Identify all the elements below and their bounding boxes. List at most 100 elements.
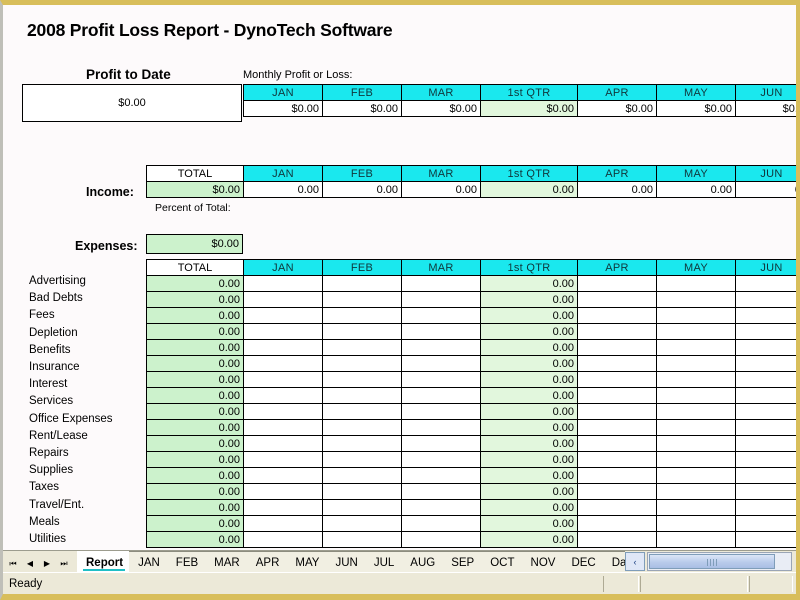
expense-total-3[interactable]: 0.00 <box>146 323 244 340</box>
next-sheet-icon[interactable]: ▶ <box>39 553 55 571</box>
expense-feb-10[interactable] <box>322 435 402 452</box>
table-row[interactable]: 0.00 0.00 <box>146 499 796 516</box>
sheet-tab-nov[interactable]: NOV <box>521 551 563 573</box>
column-header-apr[interactable]: APR <box>577 84 657 101</box>
sheet-tabs[interactable]: Report JAN FEB MAR APR MAY JUN JUL AUG SEP OCT NOV D… <box>77 551 625 573</box>
expense-mar-5[interactable] <box>401 355 481 372</box>
sheet-tab-may[interactable]: MAY <box>286 551 327 573</box>
expense-jun-1[interactable] <box>735 291 796 308</box>
expense-qtr1-8[interactable]: 0.00 <box>480 403 578 420</box>
expense-feb-2[interactable] <box>322 307 402 324</box>
sheet-tab-feb[interactable]: FEB <box>166 551 206 573</box>
expense-qtr1-3[interactable]: 0.00 <box>480 323 578 340</box>
expense-jun-2[interactable] <box>735 307 796 324</box>
expense-feb-8[interactable] <box>322 403 402 420</box>
table-row[interactable]: 0.00 0.00 <box>146 355 796 372</box>
column-header-jan[interactable]: JAN <box>243 84 323 101</box>
expense-apr-2[interactable] <box>577 307 657 324</box>
income-qtr1[interactable]: 0.00 <box>480 181 578 198</box>
sheet-tab-report[interactable]: Report <box>77 551 130 573</box>
expense-apr-14[interactable] <box>577 499 657 516</box>
expense-total-0[interactable]: 0.00 <box>146 275 244 292</box>
expense-total-5[interactable]: 0.00 <box>146 355 244 372</box>
expense-qtr1-10[interactable]: 0.00 <box>480 435 578 452</box>
expense-total-2[interactable]: 0.00 <box>146 307 244 324</box>
expense-jan-9[interactable] <box>243 419 323 436</box>
expense-column-header-jun[interactable]: JUN <box>735 259 796 276</box>
table-row[interactable]: 0.00 0.00 <box>146 291 796 308</box>
expense-qtr1-9[interactable]: 0.00 <box>480 419 578 436</box>
expense-feb-14[interactable] <box>322 499 402 516</box>
expense-apr-10[interactable] <box>577 435 657 452</box>
expense-may-5[interactable] <box>656 355 736 372</box>
expense-jun-12[interactable] <box>735 467 796 484</box>
sheet-nav-buttons[interactable]: ⏮ ◀ ▶ ⏭ <box>5 553 72 571</box>
expense-feb-11[interactable] <box>322 451 402 468</box>
sheet-tab-sep[interactable]: SEP <box>442 551 482 573</box>
income-jun[interactable]: 0. <box>735 181 796 198</box>
expense-total-15[interactable]: 0.00 <box>146 515 244 532</box>
monthly-profit-mar[interactable]: $0.00 <box>401 100 481 117</box>
table-row[interactable]: 0.00 0.00 <box>146 371 796 388</box>
expense-jun-10[interactable] <box>735 435 796 452</box>
sheet-tab-oct[interactable]: OCT <box>481 551 522 573</box>
expense-jun-3[interactable] <box>735 323 796 340</box>
expense-jan-14[interactable] <box>243 499 323 516</box>
sheet-tab-jun[interactable]: JUN <box>326 551 365 573</box>
expense-mar-14[interactable] <box>401 499 481 516</box>
monthly-profit-qtr1[interactable]: $0.00 <box>480 100 578 117</box>
expense-jun-5[interactable] <box>735 355 796 372</box>
expense-feb-12[interactable] <box>322 467 402 484</box>
expense-total-16[interactable]: 0.00 <box>146 531 244 548</box>
expense-mar-13[interactable] <box>401 483 481 500</box>
table-row[interactable]: 0.00 0.00 <box>146 339 796 356</box>
table-row[interactable]: 0.00 0.00 <box>146 307 796 324</box>
expense-mar-8[interactable] <box>401 403 481 420</box>
table-row[interactable]: 0.00 0.00 <box>146 419 796 436</box>
table-row[interactable]: $0.00 <box>22 84 242 122</box>
expense-feb-7[interactable] <box>322 387 402 404</box>
expense-may-8[interactable] <box>656 403 736 420</box>
expense-feb-6[interactable] <box>322 371 402 388</box>
profit-to-date-value[interactable]: $0.00 <box>22 84 242 122</box>
income-column-header-may[interactable]: MAY <box>656 165 736 182</box>
expense-feb-3[interactable] <box>322 323 402 340</box>
expense-apr-3[interactable] <box>577 323 657 340</box>
expense-apr-15[interactable] <box>577 515 657 532</box>
expense-jun-9[interactable] <box>735 419 796 436</box>
sheet-tab-jul[interactable]: JUL <box>364 551 402 573</box>
expense-jan-0[interactable] <box>243 275 323 292</box>
expense-jun-0[interactable] <box>735 275 796 292</box>
expense-feb-4[interactable] <box>322 339 402 356</box>
income-feb[interactable]: 0.00 <box>322 181 402 198</box>
column-header-jun[interactable]: JUN <box>735 84 796 101</box>
expense-apr-13[interactable] <box>577 483 657 500</box>
expense-mar-0[interactable] <box>401 275 481 292</box>
table-row[interactable]: $0.00 $0.00 $0.00 $0.00 $0.00 $0.00 $0.0 <box>243 100 796 117</box>
income-total-value[interactable]: $0.00 <box>146 181 244 198</box>
expense-may-6[interactable] <box>656 371 736 388</box>
expense-may-2[interactable] <box>656 307 736 324</box>
expense-apr-11[interactable] <box>577 451 657 468</box>
expense-may-12[interactable] <box>656 467 736 484</box>
table-row[interactable]: 0.00 0.00 <box>146 467 796 484</box>
expense-jan-15[interactable] <box>243 515 323 532</box>
column-header-feb[interactable]: FEB <box>322 84 402 101</box>
first-sheet-icon[interactable]: ⏮ <box>5 553 21 571</box>
income-column-header-feb[interactable]: FEB <box>322 165 402 182</box>
table-row[interactable]: 0.00 0.00 <box>146 387 796 404</box>
expense-apr-0[interactable] <box>577 275 657 292</box>
expense-total-4[interactable]: 0.00 <box>146 339 244 356</box>
expense-jan-1[interactable] <box>243 291 323 308</box>
expense-mar-6[interactable] <box>401 371 481 388</box>
expense-may-16[interactable] <box>656 531 736 548</box>
expense-total-9[interactable]: 0.00 <box>146 419 244 436</box>
profit-to-date-box[interactable]: $0.00 <box>22 84 242 122</box>
monthly-profit-jan[interactable]: $0.00 <box>243 100 323 117</box>
expense-jun-16[interactable] <box>735 531 796 548</box>
expense-qtr1-2[interactable]: 0.00 <box>480 307 578 324</box>
expense-feb-1[interactable] <box>322 291 402 308</box>
monthly-profit-apr[interactable]: $0.00 <box>577 100 657 117</box>
expense-qtr1-13[interactable]: 0.00 <box>480 483 578 500</box>
expense-apr-7[interactable] <box>577 387 657 404</box>
